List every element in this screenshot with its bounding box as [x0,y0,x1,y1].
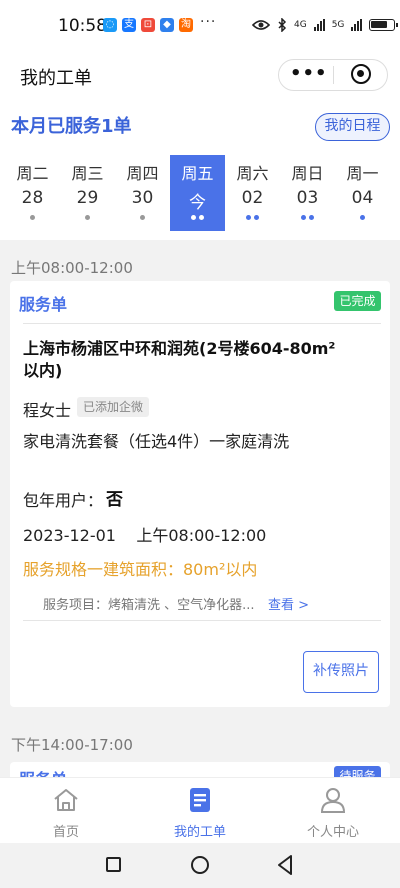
order-dot [246,215,251,220]
day-cell[interactable]: 周日 03 [280,155,335,231]
day-number: 今 [189,193,206,213]
tab-label: 个人中心 [306,825,359,840]
service-items: 服务项目：烤箱清洗 、空气净化器... [43,598,255,613]
day-name: 周四 [126,164,159,183]
divider [23,620,381,621]
order-dots [60,215,115,220]
taobao-icon: 淘 [179,18,193,32]
day-cell[interactable]: 周一 04 [335,155,390,231]
recents-button[interactable] [106,857,121,872]
work-order-icon [190,788,210,812]
service-spec: 服务规格一建筑面积：80m²以内 [23,560,258,579]
yearly-user-value: 否 [106,490,123,510]
capsule-divider [333,66,334,84]
battery-icon [369,19,399,31]
order-dot [360,215,365,220]
tab-label: 首页 [52,825,79,840]
my-schedule-button[interactable]: 我的日程 [315,113,390,141]
tab-work-orders[interactable]: 我的工单 [155,786,245,840]
signal-icon [313,19,325,31]
day-cell[interactable]: 周三 29 [60,155,115,231]
service-package: 家电清洗套餐（任选4件）一家庭清洗 [23,432,290,451]
service-datetime: 2023-12-01 上午08:00-12:00 [23,526,267,545]
order-dots [225,215,280,220]
upload-photo-button[interactable]: 补传照片 [303,651,379,693]
day-number: 03 [296,188,319,208]
day-number: 02 [241,188,264,208]
app-red-icon: ⊡ [141,18,155,32]
eye-icon [252,20,270,30]
back-button[interactable] [276,854,294,876]
user-icon [320,788,346,813]
order-dot [309,215,314,220]
tab-home[interactable]: 首页 [21,786,111,840]
home-button[interactable] [191,856,209,874]
day-number: 30 [131,188,154,208]
tab-label: 我的工单 [173,825,226,840]
day-number: 28 [21,188,44,208]
order-dots [280,215,335,220]
day-number: 04 [351,188,374,208]
day-number: 29 [76,188,99,208]
order-dot [140,215,145,220]
order-dot [254,215,259,220]
status-app-icons: ◌ 支 ⊡ ◆ 淘 [103,18,193,32]
day-name: 周二 [16,164,49,183]
wecom-tag: 已添加企微 [77,397,150,417]
day-name: 周六 [236,164,269,183]
network-4g-label: 4G [294,20,307,30]
order-dot [301,215,306,220]
bluetooth-icon [278,18,287,32]
divider [23,323,381,324]
chat-bubble-icon: ◌ [103,18,117,32]
day-cell[interactable]: 周六 02 [225,155,280,231]
day-name: 周一 [346,164,379,183]
status-indicators: 4G 5G [252,18,399,32]
order-dots [335,215,390,220]
signal-icon [351,19,363,31]
order-card-title: 服务单 [19,295,68,314]
order-dots [170,215,225,220]
day-name: 周五 [181,164,214,183]
time-slot-label: 上午08:00-12:00 [11,259,133,277]
tab-profile[interactable]: 个人中心 [288,786,378,840]
view-items-link[interactable]: 查看 > [268,594,309,613]
status-time: 10:58 [58,16,107,36]
status-more: ··· [200,14,217,30]
page-title: 我的工单 [20,68,92,89]
order-dot [30,215,35,220]
more-menu-button[interactable]: ••• [290,63,327,84]
order-dot [85,215,90,220]
order-dot [191,215,196,220]
week-strip: 周二 28 周三 29 周四 30 周五今周六 02 周日 03 周一 04 [5,155,390,231]
order-dots [5,215,60,220]
time-slot-label: 下午14:00-17:00 [11,736,133,754]
day-cell[interactable]: 周二 28 [5,155,60,231]
shield-icon: ◆ [160,18,174,32]
status-badge: 已完成 [334,291,381,311]
day-cell[interactable]: 周五今 [170,155,225,231]
network-5g-label: 5G [331,20,345,30]
alipay-icon: 支 [122,18,136,32]
customer-name: 程女士 [23,401,72,420]
day-name: 周三 [71,164,104,183]
order-address: 上海市杨浦区中环和润苑(2号楼604-80m²以内) [23,339,336,380]
day-cell[interactable]: 周四 30 [115,155,170,231]
month-summary: 本月已服务1单 [11,116,132,137]
home-icon [54,789,78,811]
order-dot [199,215,204,220]
order-dots [115,215,170,220]
yearly-user-label: 包年用户： [23,491,104,510]
close-target-icon[interactable] [351,64,371,84]
day-name: 周日 [291,164,324,183]
